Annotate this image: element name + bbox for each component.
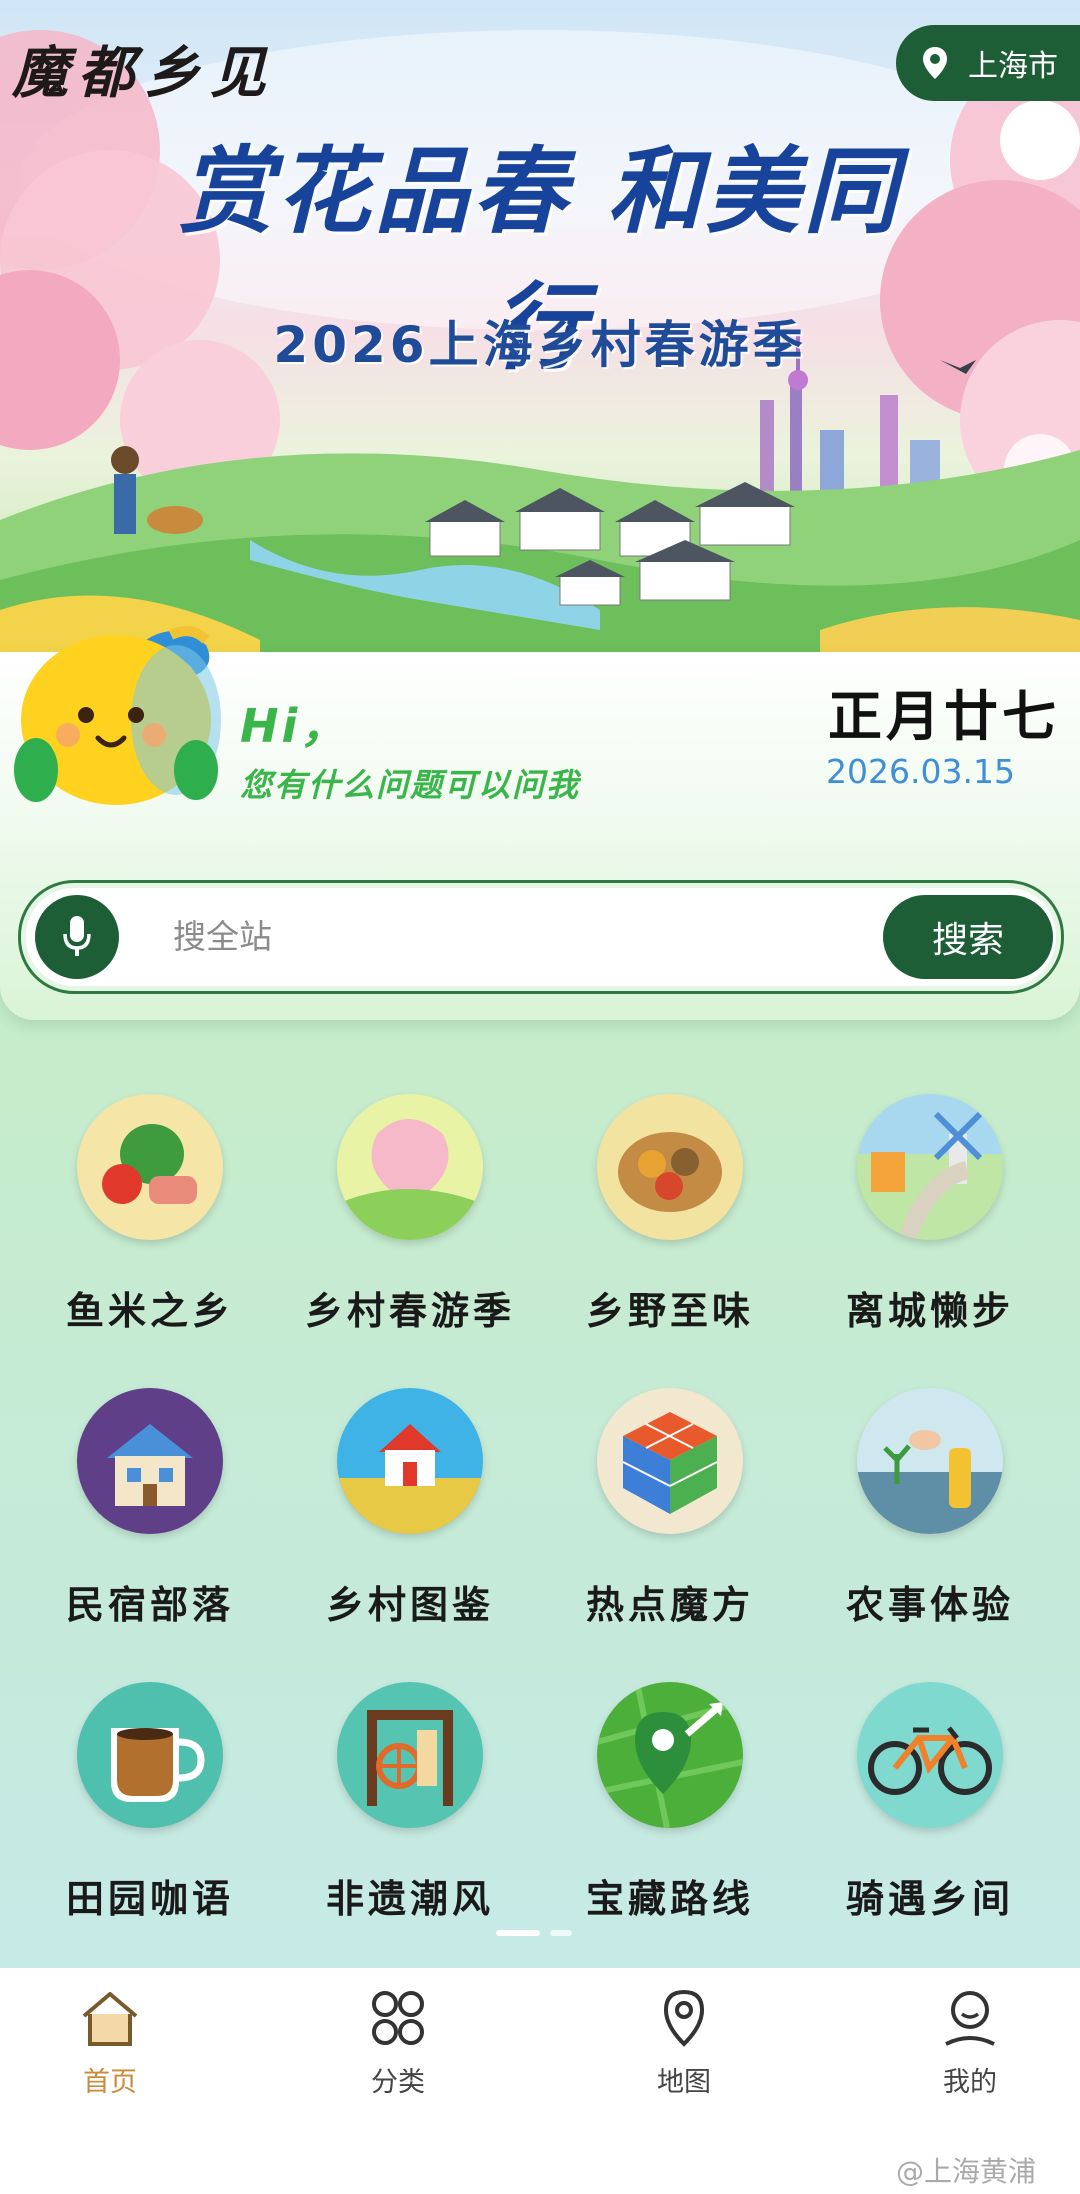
grid-item-spring-tour[interactable]: 乡村春游季: [280, 1094, 540, 1335]
search-bar: 搜索: [18, 880, 1064, 994]
grid-item-village-guide[interactable]: 乡村图鉴: [280, 1388, 540, 1629]
grid-label: 非遗潮风: [325, 1877, 494, 1921]
grid-item-cycling[interactable]: 骑遇乡间: [800, 1682, 1060, 1923]
tab-home[interactable]: 首页: [10, 1988, 210, 2099]
grid-item-hot-cube[interactable]: 热点魔方: [540, 1388, 800, 1629]
microphone-icon: [63, 916, 91, 956]
location-selector[interactable]: 上海市: [896, 25, 1080, 101]
lunar-date: 正月廿七: [828, 684, 1060, 748]
page-dot: [550, 1930, 572, 1936]
mascot-avatar[interactable]: [6, 620, 236, 810]
page-dot-active: [496, 1930, 540, 1936]
search-button[interactable]: 搜索: [883, 895, 1053, 979]
grid-item-coffee[interactable]: 田园咖语: [20, 1682, 280, 1923]
grid-label: 乡村春游季: [304, 1289, 515, 1333]
tab-label: 我的: [943, 2067, 997, 2098]
grid-item-rural-taste[interactable]: 乡野至味: [540, 1094, 800, 1335]
grid-item-fish-rice[interactable]: 鱼米之乡: [20, 1094, 280, 1335]
tab-label: 地图: [657, 2067, 711, 2098]
grid-item-homestay[interactable]: 民宿部落: [20, 1388, 280, 1629]
user-icon: [945, 1991, 995, 2046]
map-pin-icon: [597, 1682, 743, 1828]
greeting-hi: Hi，: [240, 699, 350, 753]
grid-label: 鱼米之乡: [65, 1289, 234, 1333]
greeting-message[interactable]: 您有什么问题可以问我: [240, 760, 580, 806]
grid-item-treasure-route[interactable]: 宝藏路线: [540, 1682, 800, 1923]
grid-label: 乡村图鉴: [325, 1583, 494, 1627]
banner[interactable]: 魔都乡见 上海市 赏花品春 和美同行 2026上海乡村春游季: [0, 0, 1080, 655]
windmill-path-icon: [857, 1094, 1003, 1240]
house-icon: [77, 1388, 223, 1534]
food-basket-icon: [597, 1094, 743, 1240]
grid-icon: [372, 1991, 424, 2045]
planting-rice-icon: [857, 1388, 1003, 1534]
tab-label: 分类: [371, 2067, 425, 2098]
app-brand: 魔都乡见: [12, 40, 276, 106]
location-pin-icon: [923, 47, 947, 79]
location-label: 上海市: [968, 49, 1058, 84]
grid-label: 热点魔方: [585, 1583, 754, 1627]
grid-label: 骑遇乡间: [845, 1877, 1014, 1921]
tab-category[interactable]: 分类: [298, 1988, 498, 2099]
map-location-icon: [663, 1989, 705, 2047]
grid-item-heritage[interactable]: 非遗潮风: [280, 1682, 540, 1923]
grid-label: 宝藏路线: [585, 1877, 754, 1921]
loom-icon: [337, 1682, 483, 1828]
search-input[interactable]: [171, 905, 875, 967]
grid-label: 离城懒步: [845, 1289, 1014, 1333]
vegetables-icon: [77, 1094, 223, 1240]
grid-label: 田园咖语: [65, 1877, 234, 1921]
calendar-date: 2026.03.15: [826, 752, 1015, 791]
tab-label: 首页: [83, 2067, 137, 2098]
grid-item-farm-experience[interactable]: 农事体验: [800, 1388, 1060, 1629]
farmhouse-field-icon: [337, 1388, 483, 1534]
voice-search-button[interactable]: [35, 895, 119, 979]
grid-label: 乡野至味: [585, 1289, 754, 1333]
banner-subtitle: 2026上海乡村春游季: [273, 316, 807, 374]
grid-label: 农事体验: [845, 1583, 1014, 1627]
bicycle-icon: [857, 1682, 1003, 1828]
tab-map[interactable]: 地图: [584, 1988, 784, 2099]
tab-profile[interactable]: 我的: [870, 1988, 1070, 2099]
rubiks-cube-icon: [597, 1388, 743, 1534]
home-icon: [82, 1992, 138, 2046]
coffee-cup-icon: [77, 1682, 223, 1828]
source-watermark: @上海黄浦: [896, 2155, 1037, 2188]
grid-label: 民宿部落: [65, 1583, 234, 1627]
spring-landscape-icon: [337, 1094, 483, 1240]
grid-item-city-stroll[interactable]: 离城懒步: [800, 1094, 1060, 1335]
